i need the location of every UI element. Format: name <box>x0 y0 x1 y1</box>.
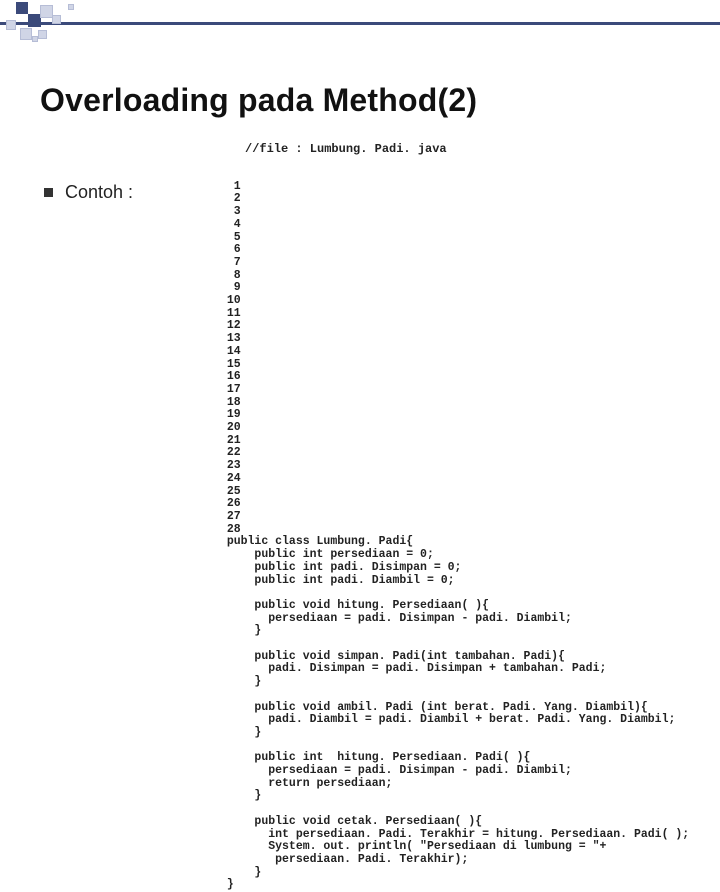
slide-decoration <box>0 0 720 48</box>
bullet-icon <box>44 188 53 197</box>
decoration-square <box>20 28 32 40</box>
bullet-row: Contoh : <box>44 182 133 203</box>
code-block: 1 2 3 4 5 6 7 8 9 10 11 12 13 14 15 16 1… <box>213 168 689 892</box>
bullet-label: Contoh : <box>65 182 133 203</box>
decoration-square <box>68 4 74 10</box>
decoration-bar <box>0 22 720 25</box>
slide-title: Overloading pada Method(2) <box>40 82 477 119</box>
decoration-square <box>32 36 38 42</box>
decoration-square <box>52 15 61 24</box>
decoration-square <box>6 20 16 30</box>
decoration-square <box>16 2 28 14</box>
file-comment: //file : Lumbung. Padi. java <box>245 142 447 156</box>
decoration-square <box>38 30 47 39</box>
line-number-column: 1 2 3 4 5 6 7 8 9 10 11 12 13 14 15 16 1… <box>227 181 255 537</box>
code-column: public class Lumbung. Padi{ public int p… <box>227 536 689 892</box>
